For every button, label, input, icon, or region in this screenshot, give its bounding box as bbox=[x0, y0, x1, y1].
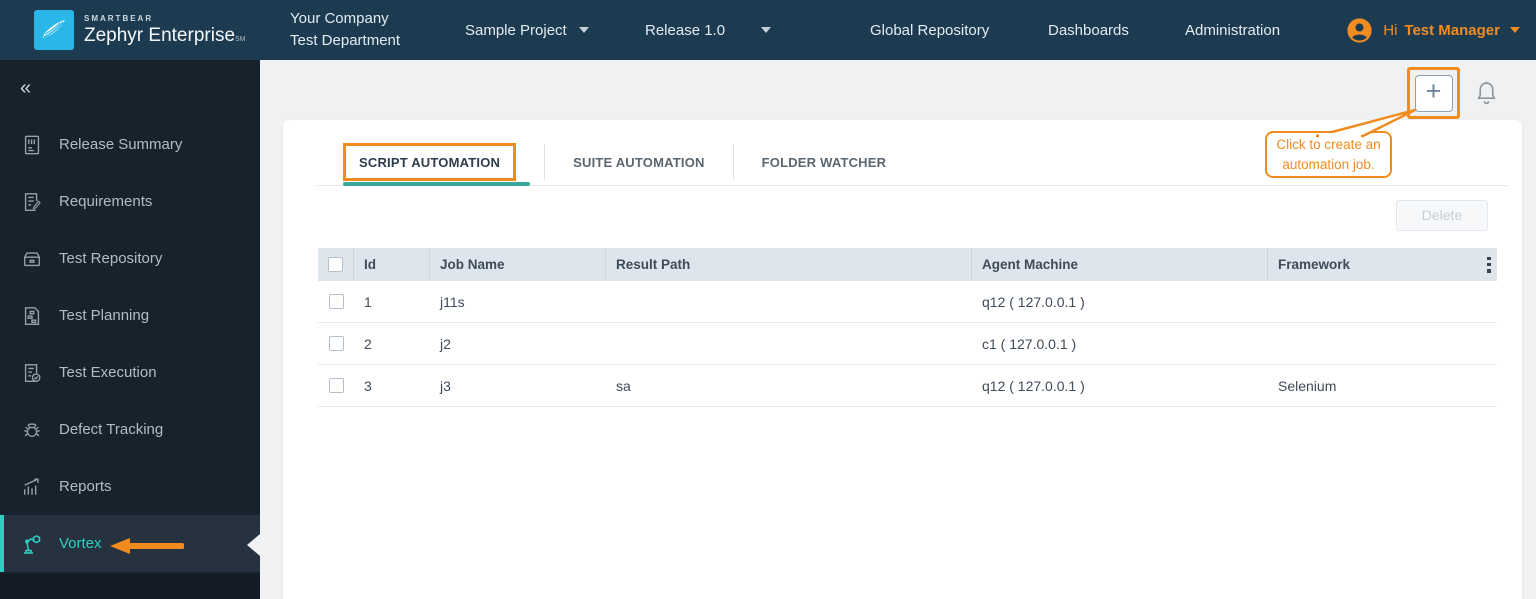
company-department-label: Your Company Test Department bbox=[290, 10, 401, 49]
nav-global-repository[interactable]: Global Repository bbox=[870, 0, 989, 60]
column-header-job-name[interactable]: Job Name bbox=[430, 248, 606, 281]
sidebar-navigation: « Release Summary Requirements Test Repo… bbox=[0, 60, 260, 599]
column-header-agent-machine[interactable]: Agent Machine bbox=[972, 248, 1268, 281]
column-header-id[interactable]: Id bbox=[354, 248, 430, 281]
select-all-checkbox[interactable] bbox=[328, 257, 343, 272]
tab-folder-watcher[interactable]: FOLDER WATCHER bbox=[734, 143, 915, 181]
sidebar-item-test-repository[interactable]: Test Repository bbox=[0, 230, 260, 287]
service-mark: SM bbox=[235, 36, 246, 43]
user-avatar-icon bbox=[1346, 17, 1373, 44]
cell-id: 1 bbox=[364, 293, 372, 310]
column-header-result-path[interactable]: Result Path bbox=[606, 248, 972, 281]
nav-administration[interactable]: Administration bbox=[1185, 0, 1280, 60]
user-menu[interactable]: Hi Test Manager bbox=[1346, 0, 1520, 60]
sidebar-item-test-planning[interactable]: Test Planning bbox=[0, 287, 260, 344]
defect-tracking-icon bbox=[19, 417, 45, 443]
chevron-down-icon bbox=[578, 27, 589, 33]
vortex-robot-icon bbox=[19, 531, 45, 557]
active-tab-underline bbox=[343, 182, 530, 186]
sidebar-item-defect-tracking[interactable]: Defect Tracking bbox=[0, 401, 260, 458]
brand-product-label: Zephyr EnterpriseSM bbox=[84, 25, 246, 46]
delete-button[interactable]: Delete bbox=[1396, 200, 1488, 231]
tooltip-tail bbox=[1315, 108, 1417, 138]
release-selector[interactable]: Release 1.0 bbox=[645, 0, 772, 60]
reports-icon bbox=[19, 474, 45, 500]
row-checkbox[interactable] bbox=[328, 294, 344, 309]
test-planning-icon bbox=[19, 303, 45, 329]
chevron-down-icon bbox=[1510, 27, 1520, 33]
table-header-row: Id Job Name Result Path Agent Machine Fr… bbox=[318, 248, 1497, 281]
column-menu-icon[interactable] bbox=[1487, 256, 1491, 273]
project-selector[interactable]: Sample Project bbox=[465, 0, 589, 60]
cell-agent-machine: c1 ( 127.0.0.1 ) bbox=[982, 335, 1077, 352]
row-checkbox[interactable] bbox=[328, 336, 344, 351]
vortex-annotation-arrow bbox=[110, 538, 184, 554]
sidebar-footer-area bbox=[0, 574, 260, 599]
top-navigation-bar: SMARTBEAR Zephyr EnterpriseSM Your Compa… bbox=[0, 0, 1536, 60]
automation-tabs: SCRIPT AUTOMATION SUITE AUTOMATION FOLDE… bbox=[343, 140, 914, 184]
test-repository-icon bbox=[19, 246, 45, 272]
test-execution-icon bbox=[19, 360, 45, 386]
table-row[interactable]: 2 j2 c1 ( 127.0.0.1 ) bbox=[318, 323, 1497, 365]
brand-smartbear-label: SMARTBEAR bbox=[84, 14, 154, 23]
brand: SMARTBEAR Zephyr EnterpriseSM bbox=[0, 0, 262, 60]
tab-script-automation[interactable]: SCRIPT AUTOMATION bbox=[343, 143, 517, 181]
cell-id: 2 bbox=[364, 335, 372, 352]
cell-agent-machine: q12 ( 127.0.0.1 ) bbox=[982, 293, 1085, 310]
user-name-label: Test Manager bbox=[1404, 21, 1500, 39]
greeting-label: Hi bbox=[1383, 21, 1398, 39]
smartbear-logo-icon bbox=[34, 10, 74, 50]
automation-jobs-table: Id Job Name Result Path Agent Machine Fr… bbox=[318, 248, 1497, 407]
table-row[interactable]: 3 j3 sa q12 ( 127.0.0.1 ) Selenium bbox=[318, 365, 1497, 407]
sidebar-item-test-execution[interactable]: Test Execution bbox=[0, 344, 260, 401]
table-row[interactable]: 1 j11s q12 ( 127.0.0.1 ) bbox=[318, 281, 1497, 323]
active-item-notch bbox=[247, 534, 260, 556]
notifications-bell-icon[interactable] bbox=[1474, 80, 1499, 112]
automation-panel: SCRIPT AUTOMATION SUITE AUTOMATION FOLDE… bbox=[283, 120, 1522, 599]
sidebar-collapse-button[interactable]: « bbox=[0, 60, 260, 116]
row-checkbox[interactable] bbox=[328, 378, 344, 393]
cell-agent-machine: q12 ( 127.0.0.1 ) bbox=[982, 377, 1085, 394]
sidebar-item-release-summary[interactable]: Release Summary bbox=[0, 116, 260, 173]
cell-job-name: j2 bbox=[440, 335, 451, 352]
release-summary-icon bbox=[19, 132, 45, 158]
cell-framework: Selenium bbox=[1278, 377, 1337, 394]
cell-result-path: sa bbox=[616, 377, 631, 394]
tab-suite-automation[interactable]: SUITE AUTOMATION bbox=[545, 143, 733, 181]
sidebar-item-requirements[interactable]: Requirements bbox=[0, 173, 260, 230]
cell-job-name: j11s bbox=[440, 293, 465, 310]
requirements-icon bbox=[19, 189, 45, 215]
column-header-framework[interactable]: Framework bbox=[1268, 248, 1497, 281]
cell-id: 3 bbox=[364, 377, 372, 394]
create-job-tooltip: Click to create an automation job. bbox=[1265, 131, 1392, 178]
cell-job-name: j3 bbox=[440, 377, 451, 394]
chevron-down-icon bbox=[761, 27, 772, 33]
nav-dashboards[interactable]: Dashboards bbox=[1048, 0, 1129, 60]
sidebar-item-reports[interactable]: Reports bbox=[0, 458, 260, 515]
